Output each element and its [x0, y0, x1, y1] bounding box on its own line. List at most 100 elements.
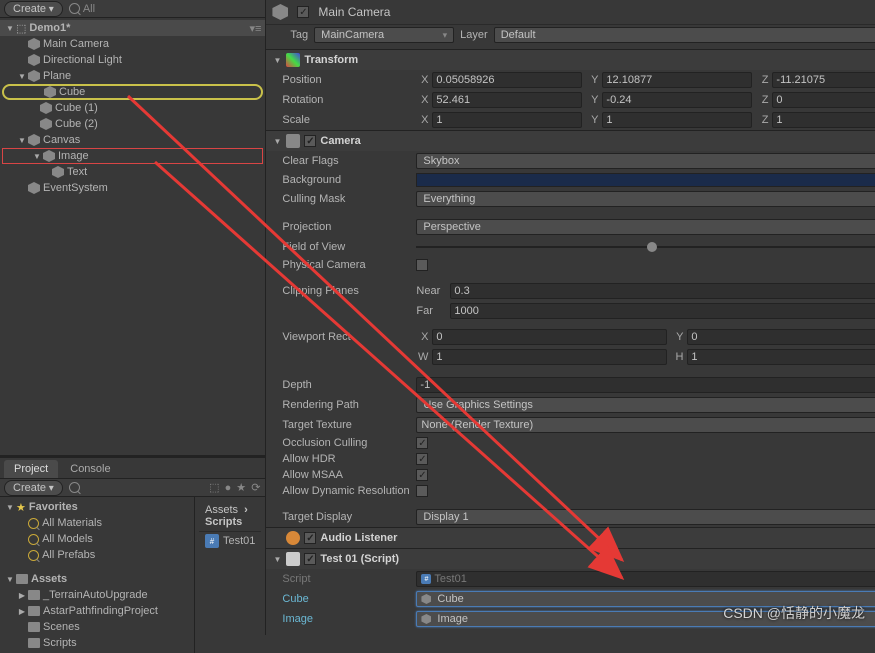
breadcrumb[interactable]: Assets › Scripts — [199, 501, 261, 532]
hierarchy-toolbar: Create ▾ All — [0, 0, 265, 18]
image-field[interactable]: Image — [416, 611, 875, 627]
inspector-header: Static — [266, 0, 875, 25]
project-tab[interactable]: Project — [4, 460, 58, 478]
hierarchy-item-directional-light[interactable]: Directional Light — [0, 52, 265, 68]
far-field[interactable] — [450, 303, 875, 319]
create-button[interactable]: Create ▾ — [4, 1, 63, 17]
targetdisplay-dropdown[interactable]: Display 1 — [416, 509, 875, 525]
gameobject-icon — [52, 166, 64, 178]
transform-header[interactable]: Transform ◳ — [266, 50, 875, 70]
foldout-icon[interactable] — [4, 24, 16, 33]
gameobject-icon — [43, 150, 55, 162]
rot-y-field[interactable] — [602, 92, 752, 108]
foldout-icon[interactable] — [272, 56, 282, 65]
favorite-item[interactable]: All Prefabs — [0, 547, 194, 563]
asset-item[interactable]: #Test01 — [199, 532, 261, 550]
camera-enable-checkbox[interactable] — [304, 135, 316, 147]
gameobject-icon — [28, 182, 40, 194]
projection-label: Projection — [282, 221, 412, 233]
folder-item[interactable]: AstarPathfindingProject — [0, 603, 194, 619]
hierarchy-item-canvas[interactable]: Canvas — [0, 132, 265, 148]
hierarchy-item-cube[interactable]: Cube — [2, 84, 263, 100]
camera-header[interactable]: Camera ◳ — [266, 131, 875, 151]
cube-field[interactable]: Cube — [416, 591, 875, 607]
favorite-item[interactable]: All Materials — [0, 515, 194, 531]
test01-header[interactable]: Test 01 (Script) ◳ — [266, 549, 875, 569]
project-view-icons[interactable]: ⬚ ● ★ ⟳ — [209, 481, 261, 494]
rendering-label: Rendering Path — [282, 399, 412, 411]
pos-z-field[interactable] — [772, 72, 875, 88]
hdr-checkbox[interactable] — [416, 453, 428, 465]
vp-x-field[interactable] — [432, 329, 667, 345]
folder-item[interactable]: _TerrainAutoUpgrade — [0, 587, 194, 603]
scl-y-field[interactable] — [602, 112, 752, 128]
active-checkbox[interactable] — [297, 6, 309, 18]
background-color-field[interactable] — [416, 173, 875, 187]
rendering-dropdown[interactable]: Use Graphics Settings — [416, 397, 875, 413]
foldout-icon[interactable] — [272, 555, 282, 564]
hierarchy-search[interactable]: All — [69, 3, 95, 15]
script-enable-checkbox[interactable] — [304, 553, 316, 565]
targetdisplay-label: Target Display — [282, 511, 412, 523]
foldout-icon[interactable] — [272, 137, 282, 146]
assets-header[interactable]: Assets — [0, 571, 194, 587]
msaa-checkbox[interactable] — [416, 469, 428, 481]
pos-y-field[interactable] — [602, 72, 752, 88]
folder-item[interactable]: Scenes — [0, 619, 194, 635]
layer-dropdown[interactable]: Default — [494, 27, 875, 43]
physical-checkbox[interactable] — [416, 259, 428, 271]
scl-z-field[interactable] — [772, 112, 875, 128]
scene-header[interactable]: ⬚ Demo1* ▾≡ — [0, 20, 265, 36]
object-name-field[interactable] — [315, 4, 873, 20]
favorites-header[interactable]: ★Favorites — [0, 499, 194, 515]
near-field[interactable] — [450, 283, 875, 299]
audiolistener-component: Audio Listener ◳ — [266, 527, 875, 548]
projection-dropdown[interactable]: Perspective — [416, 219, 875, 235]
project-content: Assets › Scripts #Test01 — [195, 497, 265, 653]
dynres-label: Allow Dynamic Resolution — [282, 485, 412, 497]
script-field: #Test01 — [416, 571, 875, 587]
audio-enable-checkbox[interactable] — [304, 532, 316, 544]
foldout-icon[interactable] — [16, 136, 28, 145]
foldout-icon[interactable] — [4, 503, 16, 512]
search-icon — [28, 518, 39, 529]
foldout-icon[interactable] — [16, 591, 28, 600]
vp-w-field[interactable] — [432, 349, 667, 365]
depth-label: Depth — [282, 379, 412, 391]
rot-z-field[interactable] — [772, 92, 875, 108]
hierarchy-item-main-camera[interactable]: Main Camera — [0, 36, 265, 52]
rot-x-field[interactable] — [432, 92, 582, 108]
script-label: Script — [282, 573, 412, 585]
layer-label: Layer — [460, 29, 488, 41]
gameobject-icon — [421, 614, 431, 624]
targettex-label: Target Texture — [282, 419, 412, 431]
targettex-field[interactable]: None (Render Texture) — [416, 417, 875, 433]
foldout-icon[interactable] — [16, 607, 28, 616]
depth-field[interactable] — [416, 377, 875, 393]
fov-slider[interactable] — [416, 240, 875, 254]
occlusion-checkbox[interactable] — [416, 437, 428, 449]
hierarchy-item-cube-1[interactable]: Cube (1) — [0, 100, 265, 116]
vp-h-field[interactable] — [687, 349, 875, 365]
foldout-icon[interactable] — [31, 152, 43, 161]
hierarchy-item-cube-2[interactable]: Cube (2) — [0, 116, 265, 132]
foldout-icon[interactable] — [16, 72, 28, 81]
project-search[interactable] — [69, 482, 80, 493]
folder-item[interactable]: Scripts — [0, 635, 194, 651]
hierarchy-item-image[interactable]: Image — [2, 148, 263, 164]
cullingmask-dropdown[interactable]: Everything — [416, 191, 875, 207]
tag-dropdown[interactable]: MainCamera — [314, 27, 454, 43]
project-create-button[interactable]: Create ▾ — [4, 480, 63, 496]
scl-x-field[interactable] — [432, 112, 582, 128]
vp-y-field[interactable] — [687, 329, 875, 345]
hierarchy-item-text[interactable]: Text — [0, 164, 265, 180]
hierarchy-item-eventsystem[interactable]: EventSystem — [0, 180, 265, 196]
favorite-item[interactable]: All Models — [0, 531, 194, 547]
hierarchy-item-plane[interactable]: Plane — [0, 68, 265, 84]
clearflags-dropdown[interactable]: Skybox — [416, 153, 875, 169]
dynres-checkbox[interactable] — [416, 485, 428, 497]
audiolistener-header[interactable]: Audio Listener ◳ — [266, 528, 875, 548]
foldout-icon[interactable] — [4, 575, 16, 584]
pos-x-field[interactable] — [432, 72, 582, 88]
console-tab[interactable]: Console — [60, 460, 120, 478]
